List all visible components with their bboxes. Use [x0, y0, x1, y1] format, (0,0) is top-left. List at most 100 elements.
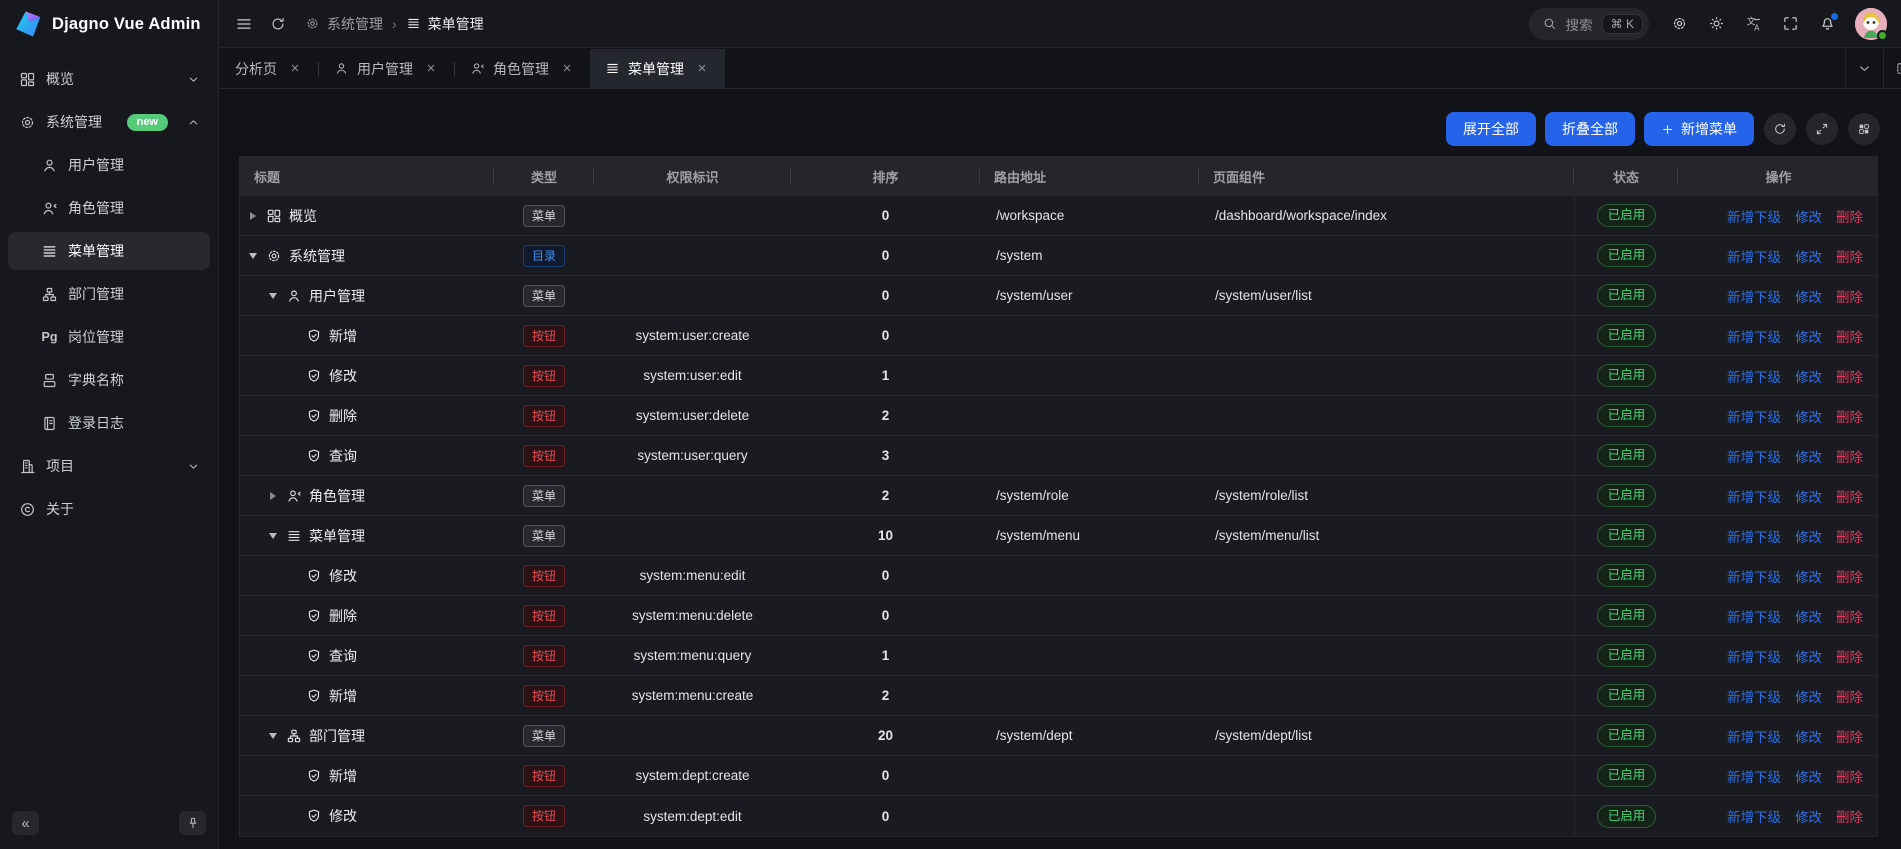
sidebar-item-系统管理[interactable]: 系统管理new	[8, 103, 210, 141]
sidebar-item-岗位管理[interactable]: Pg岗位管理	[8, 318, 210, 356]
action-link-删除[interactable]: 删除	[1836, 246, 1863, 266]
action-link-新增下级[interactable]: 新增下级	[1727, 286, 1781, 306]
action-link-新增下级[interactable]: 新增下级	[1727, 566, 1781, 586]
action-link-删除[interactable]: 删除	[1836, 326, 1863, 346]
tabbar-chevron-down-button[interactable]	[1845, 49, 1883, 88]
action-link-新增下级[interactable]: 新增下级	[1727, 326, 1781, 346]
tab-用户管理[interactable]: 用户管理×	[319, 49, 454, 88]
action-link-新增下级[interactable]: 新增下级	[1727, 686, 1781, 706]
toolbar-column-settings-button[interactable]	[1848, 113, 1880, 145]
action-link-修改[interactable]: 修改	[1795, 726, 1822, 746]
sidebar-item-登录日志[interactable]: 登录日志	[8, 404, 210, 442]
action-link-新增下级[interactable]: 新增下级	[1727, 246, 1781, 266]
toolbar-refresh-button[interactable]	[1764, 113, 1796, 145]
action-link-删除[interactable]: 删除	[1836, 286, 1863, 306]
action-link-删除[interactable]: 删除	[1836, 766, 1863, 786]
action-link-删除[interactable]: 删除	[1836, 646, 1863, 666]
action-link-删除[interactable]: 删除	[1836, 606, 1863, 626]
logo[interactable]: Djagno Vue Admin	[0, 0, 218, 48]
action-link-修改[interactable]: 修改	[1795, 446, 1822, 466]
tab-分析页[interactable]: 分析页×	[220, 49, 318, 88]
row-collapsed-caret[interactable]	[266, 492, 279, 500]
tab-close-icon[interactable]: ×	[694, 61, 710, 76]
action-link-修改[interactable]: 修改	[1795, 406, 1822, 426]
sidebar-collapse-button[interactable]: «	[12, 811, 39, 835]
toolbar-button-展开全部[interactable]: 展开全部	[1446, 112, 1536, 146]
sidebar-item-用户管理[interactable]: 用户管理	[8, 146, 210, 184]
tabbar-maximize-button[interactable]	[1883, 49, 1901, 88]
action-link-删除[interactable]: 删除	[1836, 726, 1863, 746]
action-link-修改[interactable]: 修改	[1795, 366, 1822, 386]
action-link-修改[interactable]: 修改	[1795, 526, 1822, 546]
row-expanded-caret[interactable]	[266, 733, 279, 739]
action-link-修改[interactable]: 修改	[1795, 246, 1822, 266]
tab-close-icon[interactable]: ×	[287, 61, 303, 76]
tab-label: 菜单管理	[628, 59, 684, 79]
breadcrumb-item[interactable]: 菜单管理	[406, 14, 484, 34]
cell-route: /system/user	[980, 276, 1199, 315]
action-link-删除[interactable]: 删除	[1836, 526, 1863, 546]
action-link-修改[interactable]: 修改	[1795, 286, 1822, 306]
action-link-新增下级[interactable]: 新增下级	[1727, 726, 1781, 746]
row-expanded-caret[interactable]	[246, 253, 259, 259]
search-input[interactable]: 搜索 ⌘ K	[1529, 8, 1649, 40]
action-link-修改[interactable]: 修改	[1795, 646, 1822, 666]
sidebar-item-项目[interactable]: 项目	[8, 447, 210, 485]
action-link-新增下级[interactable]: 新增下级	[1727, 646, 1781, 666]
cell-actions: 新增下级修改删除	[1678, 396, 1879, 435]
tab-close-icon[interactable]: ×	[423, 61, 439, 76]
fullscreen-button[interactable]	[1773, 7, 1807, 41]
action-link-删除[interactable]: 删除	[1836, 806, 1863, 826]
action-link-删除[interactable]: 删除	[1836, 486, 1863, 506]
breadcrumb-item[interactable]: 系统管理	[305, 14, 383, 34]
toolbar-button-新增菜单[interactable]: 新增菜单	[1644, 112, 1754, 146]
sidebar-item-字典名称[interactable]: 字典名称	[8, 361, 210, 399]
action-link-删除[interactable]: 删除	[1836, 446, 1863, 466]
action-link-修改[interactable]: 修改	[1795, 566, 1822, 586]
action-link-新增下级[interactable]: 新增下级	[1727, 766, 1781, 786]
toolbar-button-折叠全部[interactable]: 折叠全部	[1545, 112, 1635, 146]
tab-菜单管理[interactable]: 菜单管理 ×	[590, 49, 725, 88]
sidebar-item-关于[interactable]: 关于	[8, 490, 210, 528]
settings-button[interactable]	[1662, 7, 1696, 41]
tab-角色管理[interactable]: 角色管理×	[455, 49, 590, 88]
action-link-修改[interactable]: 修改	[1795, 326, 1822, 346]
action-link-删除[interactable]: 删除	[1836, 406, 1863, 426]
action-link-修改[interactable]: 修改	[1795, 686, 1822, 706]
action-link-新增下级[interactable]: 新增下级	[1727, 406, 1781, 426]
action-link-修改[interactable]: 修改	[1795, 206, 1822, 226]
gear-icon	[19, 114, 36, 131]
row-expanded-caret[interactable]	[266, 293, 279, 299]
breadcrumb-label: 系统管理	[327, 14, 383, 34]
sidebar-item-菜单管理[interactable]: 菜单管理	[8, 232, 210, 270]
action-link-删除[interactable]: 删除	[1836, 206, 1863, 226]
avatar[interactable]	[1855, 8, 1887, 40]
menu-toggle-button[interactable]	[227, 7, 261, 41]
tab-close-icon[interactable]: ×	[559, 61, 575, 76]
action-link-删除[interactable]: 删除	[1836, 686, 1863, 706]
action-link-修改[interactable]: 修改	[1795, 766, 1822, 786]
theme-button[interactable]	[1699, 7, 1733, 41]
action-link-修改[interactable]: 修改	[1795, 606, 1822, 626]
row-collapsed-caret[interactable]	[246, 212, 259, 220]
notifications-button[interactable]	[1810, 7, 1844, 41]
sidebar-item-概览[interactable]: 概览	[8, 60, 210, 98]
sidebar-item-角色管理[interactable]: 角色管理	[8, 189, 210, 227]
action-link-新增下级[interactable]: 新增下级	[1727, 606, 1781, 626]
action-link-新增下级[interactable]: 新增下级	[1727, 486, 1781, 506]
row-expanded-caret[interactable]	[266, 533, 279, 539]
page-refresh-button[interactable]	[261, 7, 295, 41]
action-link-新增下级[interactable]: 新增下级	[1727, 526, 1781, 546]
language-button[interactable]: 文A	[1736, 7, 1770, 41]
action-link-删除[interactable]: 删除	[1836, 566, 1863, 586]
action-link-新增下级[interactable]: 新增下级	[1727, 206, 1781, 226]
action-link-新增下级[interactable]: 新增下级	[1727, 806, 1781, 826]
toolbar-expand-button[interactable]	[1806, 113, 1838, 145]
sidebar-pin-button[interactable]	[179, 811, 206, 835]
action-link-新增下级[interactable]: 新增下级	[1727, 366, 1781, 386]
sidebar-item-部门管理[interactable]: 部门管理	[8, 275, 210, 313]
action-link-删除[interactable]: 删除	[1836, 366, 1863, 386]
action-link-新增下级[interactable]: 新增下级	[1727, 446, 1781, 466]
action-link-修改[interactable]: 修改	[1795, 806, 1822, 826]
action-link-修改[interactable]: 修改	[1795, 486, 1822, 506]
